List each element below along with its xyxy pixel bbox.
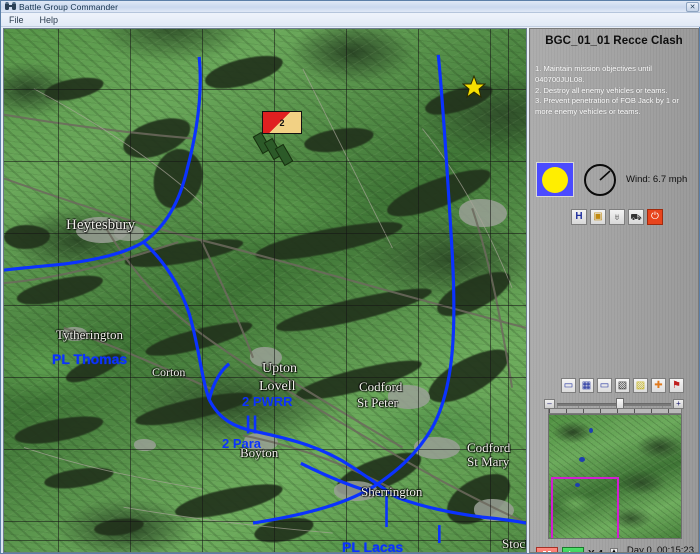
- minimap-water: [579, 457, 585, 462]
- wind-label: Wind: 6.7 mph: [626, 174, 687, 185]
- mission-objective-2: 2. Destroy all enemy vehicles or teams.: [535, 86, 693, 97]
- markers-layer-button[interactable]: ⚑: [669, 378, 684, 393]
- weather-widget: Wind: 6.7 mph: [536, 162, 687, 197]
- weather-condition: [536, 162, 574, 197]
- mission-objective-1: 1. Maintain mission objectives until 040…: [535, 64, 693, 86]
- binoculars-icon: [5, 2, 16, 11]
- mission-objective-3: 3. Prevent penetration of FOB Jack by 1 …: [535, 96, 693, 118]
- mission-objectives: 1. Maintain mission objectives until 040…: [535, 64, 693, 118]
- friendly-unit-counter[interactable]: 2: [262, 111, 302, 134]
- mission-title: BGC_01_01 Recce Clash: [530, 35, 698, 47]
- menu-bar: File Help: [1, 13, 700, 27]
- group-view-button[interactable]: ▦: [579, 378, 594, 393]
- minimap-viewport-box[interactable]: [551, 477, 619, 539]
- objectives-layer-icon: ✚: [654, 381, 662, 391]
- game-clock: Day 0, 00:15:23 040615JUL08: [574, 545, 694, 553]
- panel-toolbar: H ▣ ♅ ⛟ ⏻: [571, 209, 663, 225]
- clock-elapsed: Day 0, 00:15:23: [574, 545, 694, 553]
- window-controls: ✕: [686, 2, 699, 12]
- binoculars-button[interactable]: ♅: [609, 209, 625, 225]
- single-unit-button[interactable]: ▭: [597, 378, 612, 393]
- tactical-map[interactable]: Heytesbury Tytherington Corton Upton Lov…: [4, 29, 526, 552]
- close-button[interactable]: ✕: [686, 2, 699, 12]
- power-exit-button[interactable]: ⏻: [647, 209, 663, 225]
- unit-view-button[interactable]: ▭: [561, 378, 576, 393]
- tactical-graphics-layer: [4, 29, 526, 552]
- map-viewport[interactable]: Heytesbury Tytherington Corton Upton Lov…: [3, 28, 527, 553]
- binoculars-icon: ♅: [614, 213, 621, 222]
- terrain-layer-icon: ▧: [618, 381, 627, 391]
- help-icon: H: [575, 212, 582, 222]
- unit-view-icon: ▭: [564, 381, 573, 391]
- group-view-icon: ▦: [582, 381, 591, 391]
- sun-icon: [542, 167, 568, 193]
- minimap[interactable]: [548, 414, 682, 539]
- window-title: Battle Group Commander: [19, 1, 118, 13]
- contour-layer-icon: ▨: [636, 381, 645, 391]
- vehicle-icon: ⛟: [630, 213, 641, 222]
- objectives-layer-button[interactable]: ✚: [651, 378, 666, 393]
- view-toolbar: ▭ ▦ ▭ ▧ ▨ ✚ ⚑: [561, 378, 684, 393]
- objective-marker[interactable]: [462, 75, 486, 104]
- menu-item-help[interactable]: Help: [38, 13, 61, 27]
- application-window: Battle Group Commander ✕ File Help: [0, 0, 700, 554]
- briefing-icon: ▣: [593, 212, 602, 222]
- title-bar: Battle Group Commander ✕: [1, 1, 700, 13]
- help-button[interactable]: H: [571, 209, 587, 225]
- terrain-layer-button[interactable]: ▧: [615, 378, 630, 393]
- menu-item-file[interactable]: File: [7, 13, 26, 27]
- minimap-water: [589, 428, 593, 433]
- contour-layer-button[interactable]: ▨: [633, 378, 648, 393]
- unit-counter-symbol: 2: [262, 111, 302, 134]
- single-unit-icon: ▭: [600, 381, 609, 391]
- markers-layer-icon: ⚑: [672, 381, 681, 391]
- briefing-button[interactable]: ▣: [590, 209, 606, 225]
- vehicle-button[interactable]: ⛟: [628, 209, 644, 225]
- power-icon: ⏻: [651, 212, 659, 222]
- side-panel: BGC_01_01 Recce Clash 1. Maintain missio…: [529, 28, 699, 553]
- pause-button[interactable]: [536, 547, 558, 553]
- wind-dial-icon: [583, 163, 617, 197]
